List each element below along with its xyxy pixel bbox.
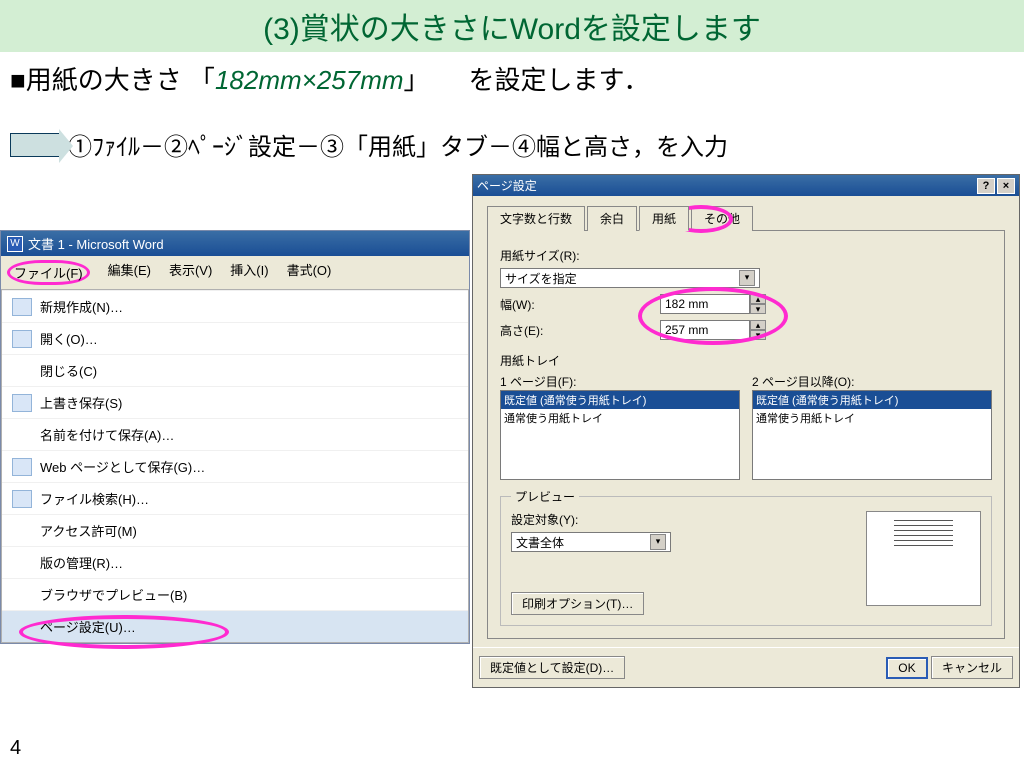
dialog-button-row: 既定値として設定(D)… OK キャンセル	[473, 647, 1019, 687]
preview-legend: プレビュー	[511, 488, 579, 505]
tray2-list[interactable]: 既定値 (通常使う用紙トレイ) 通常使う用紙トレイ	[752, 390, 992, 480]
paper-size-label: 用紙サイズ(R):	[500, 247, 992, 264]
width-input[interactable]: 182 mm	[660, 294, 750, 314]
preview-group: プレビュー 設定対象(Y): 文書全体 ▾ 印刷オプション(T)…	[500, 488, 992, 626]
line1-size: 182mm×257mm	[215, 65, 404, 95]
menu-file[interactable]: ファイル(F)	[7, 260, 90, 285]
tray1-selected[interactable]: 既定値 (通常使う用紙トレイ)	[501, 391, 739, 409]
tray2-item[interactable]: 通常使う用紙トレイ	[753, 409, 991, 427]
height-input[interactable]: 257 mm	[660, 320, 750, 340]
file-menu-saveas[interactable]: 名前を付けて保存(A)…	[2, 418, 468, 450]
menu-insert[interactable]: 挿入(I)	[230, 260, 268, 285]
tray1-label: 1 ページ目(F):	[500, 373, 740, 390]
menu-edit[interactable]: 編集(E)	[108, 260, 151, 285]
set-default-button[interactable]: 既定値として設定(D)…	[479, 656, 625, 679]
file-menu-label: 閉じる(C)	[40, 361, 97, 380]
search-icon	[12, 490, 32, 508]
menu-view[interactable]: 表示(V)	[169, 260, 212, 285]
open-icon	[12, 330, 32, 348]
width-up[interactable]: ▴	[750, 294, 766, 304]
file-menu-label: 上書き保存(S)	[40, 393, 122, 412]
word-app-icon: W	[7, 236, 23, 252]
width-label: 幅(W):	[500, 296, 570, 313]
word-titlebar: W 文書 1 - Microsoft Word	[1, 231, 469, 256]
height-down[interactable]: ▾	[750, 330, 766, 340]
word-menubar[interactable]: ファイル(F) 編集(E) 表示(V) 挿入(I) 書式(O)	[1, 256, 469, 289]
word-window: W 文書 1 - Microsoft Word ファイル(F) 編集(E) 表示…	[0, 230, 470, 644]
menu-format[interactable]: 書式(O)	[287, 260, 332, 285]
height-up[interactable]: ▴	[750, 320, 766, 330]
tray-group-label: 用紙トレイ	[500, 352, 992, 369]
tab-margins[interactable]: 余白	[587, 206, 637, 231]
steps-text: ①ﾌｧｲﾙ－②ﾍﾟｰｼﾞ設定－③「用紙」タブ－④幅と高さ，を入力	[68, 127, 728, 162]
file-menu-label: ブラウザでプレビュー(B)	[40, 585, 187, 604]
file-menu-open[interactable]: 開く(O)…	[2, 322, 468, 354]
file-menu-versions[interactable]: 版の管理(R)…	[2, 546, 468, 578]
dialog-titlebar: ページ設定 ? ×	[473, 175, 1019, 196]
ok-button[interactable]: OK	[886, 657, 927, 679]
file-menu: 新規作成(N)… 開く(O)… 閉じる(C) 上書き保存(S) 名前を付けて保存…	[1, 289, 469, 643]
dropdown-icon[interactable]: ▾	[650, 534, 666, 550]
file-menu-label: 名前を付けて保存(A)…	[40, 425, 174, 444]
tab-paper[interactable]: 用紙	[639, 206, 689, 231]
page-preview	[866, 511, 981, 606]
apply-to-label: 設定対象(Y):	[511, 511, 671, 528]
saveweb-icon	[12, 458, 32, 476]
paper-size-value: サイズを指定	[505, 270, 577, 287]
file-menu-label: 版の管理(R)…	[40, 553, 123, 572]
file-menu-label: ファイル検索(H)…	[40, 489, 149, 508]
file-menu-label: 新規作成(N)…	[40, 297, 123, 316]
file-menu-label: アクセス許可(M)	[40, 521, 137, 540]
tab-chars[interactable]: 文字数と行数	[487, 206, 585, 231]
tab-other[interactable]: その他	[691, 206, 753, 231]
dialog-title: ページ設定	[477, 177, 537, 194]
arrow-icon	[10, 133, 60, 157]
dialog-tabs: 文字数と行数 余白 用紙 その他	[487, 206, 1005, 231]
slide-title: (3)賞状の大きさにWordを設定します	[0, 0, 1024, 52]
paper-size-instruction: ■用紙の大きさ 「182mm×257mm」 を設定します．	[10, 60, 1014, 97]
cancel-button[interactable]: キャンセル	[931, 656, 1013, 679]
line1-a: ■用紙の大きさ 「	[10, 65, 215, 95]
file-menu-new[interactable]: 新規作成(N)…	[2, 290, 468, 322]
file-menu-close[interactable]: 閉じる(C)	[2, 354, 468, 386]
file-menu-label: ページ設定(U)…	[40, 617, 136, 636]
file-menu-save[interactable]: 上書き保存(S)	[2, 386, 468, 418]
dropdown-icon[interactable]: ▾	[739, 270, 755, 286]
file-menu-label: Web ページとして保存(G)…	[40, 457, 205, 476]
file-menu-label: 開く(O)…	[40, 329, 98, 348]
line1-b: 」 を設定します．	[404, 65, 650, 95]
word-title: 文書 1 - Microsoft Word	[28, 234, 164, 253]
steps-row: ①ﾌｧｲﾙ－②ﾍﾟｰｼﾞ設定－③「用紙」タブ－④幅と高さ，を入力	[10, 127, 1014, 162]
page-number: 4	[10, 737, 21, 760]
width-down[interactable]: ▾	[750, 304, 766, 314]
apply-to-select[interactable]: 文書全体 ▾	[511, 532, 671, 552]
tray1-list[interactable]: 既定値 (通常使う用紙トレイ) 通常使う用紙トレイ	[500, 390, 740, 480]
save-icon	[12, 394, 32, 412]
file-menu-saveweb[interactable]: Web ページとして保存(G)…	[2, 450, 468, 482]
new-icon	[12, 298, 32, 316]
paper-size-select[interactable]: サイズを指定 ▾	[500, 268, 760, 288]
tray1-item[interactable]: 通常使う用紙トレイ	[501, 409, 739, 427]
file-menu-browser-preview[interactable]: ブラウザでプレビュー(B)	[2, 578, 468, 610]
apply-to-value: 文書全体	[516, 534, 564, 551]
file-menu-perm[interactable]: アクセス許可(M)	[2, 514, 468, 546]
height-label: 高さ(E):	[500, 322, 570, 339]
paper-tab-pane: 用紙サイズ(R): サイズを指定 ▾ 幅(W): 182 mm ▴▾ 高さ(E)…	[487, 230, 1005, 639]
page-setup-dialog: ページ設定 ? × 文字数と行数 余白 用紙 その他 用紙サイズ(R): サイズ…	[472, 174, 1020, 688]
file-menu-search[interactable]: ファイル検索(H)…	[2, 482, 468, 514]
print-options-button[interactable]: 印刷オプション(T)…	[511, 592, 644, 615]
close-button[interactable]: ×	[997, 178, 1015, 194]
tray2-label: 2 ページ目以降(O):	[752, 373, 992, 390]
tray2-selected[interactable]: 既定値 (通常使う用紙トレイ)	[753, 391, 991, 409]
file-menu-page-setup[interactable]: ページ設定(U)…	[2, 610, 468, 642]
help-button[interactable]: ?	[977, 178, 995, 194]
